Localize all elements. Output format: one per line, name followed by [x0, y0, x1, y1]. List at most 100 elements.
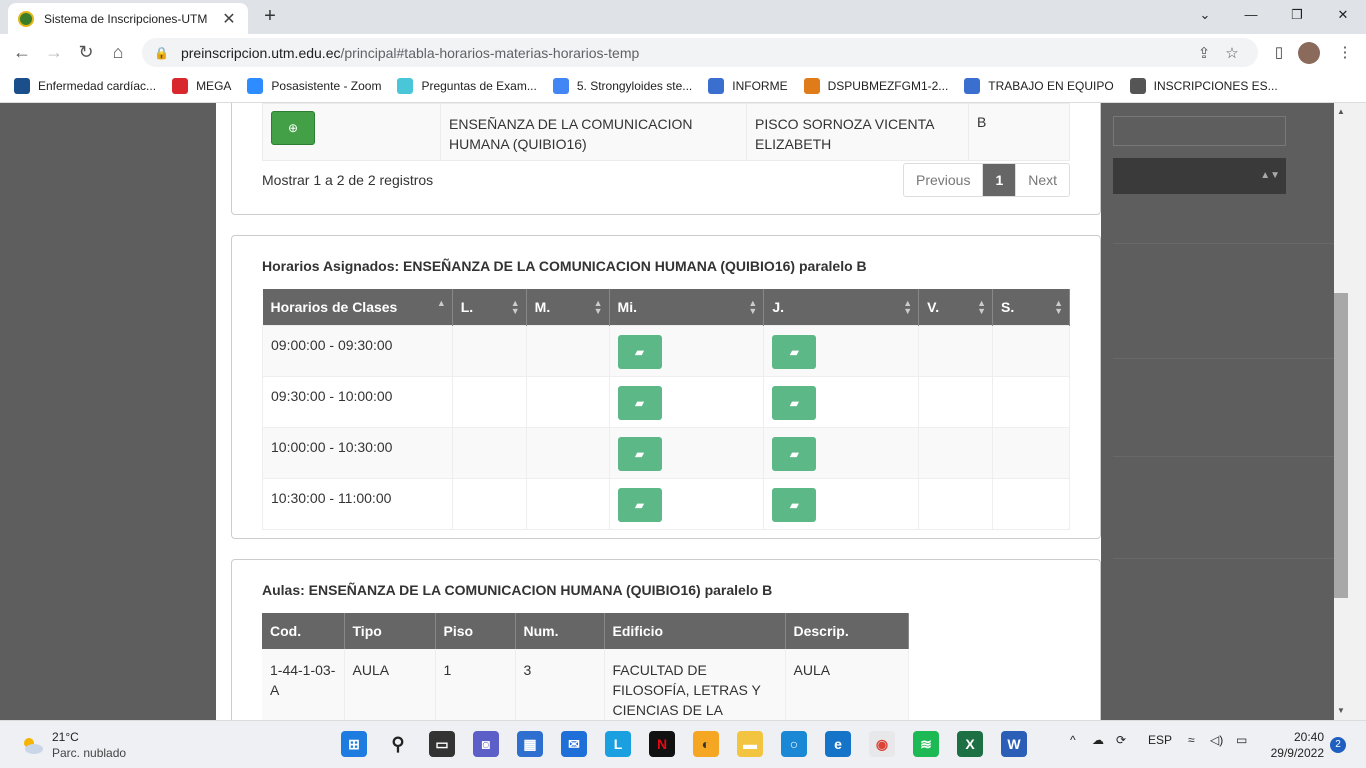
- edge-icon[interactable]: e: [825, 731, 851, 757]
- search-icon[interactable]: ⚲: [385, 731, 411, 757]
- share-icon[interactable]: ⇪: [1190, 44, 1218, 62]
- add-circle-button[interactable]: ⊕: [271, 111, 315, 145]
- battery-icon[interactable]: ▭: [1236, 733, 1247, 747]
- profile-avatar[interactable]: [1294, 38, 1324, 68]
- netflix-icon[interactable]: N: [649, 731, 675, 757]
- cloud-icon[interactable]: ☁: [1092, 733, 1104, 747]
- sort-icon[interactable]: ▲ ▼: [511, 299, 520, 316]
- tab-search-icon[interactable]: ⌄: [1182, 4, 1228, 26]
- book-icon[interactable]: ▰: [772, 334, 817, 369]
- side-panel-icon[interactable]: ▯: [1264, 38, 1294, 68]
- close-tab-icon[interactable]: ✕: [220, 9, 238, 29]
- app-l-icon[interactable]: L: [605, 731, 631, 757]
- day-cell: ▰: [608, 426, 765, 479]
- select-dropdown[interactable]: ▲▼: [1113, 158, 1286, 194]
- edificio-cell: FACULTAD DE FILOSOFÍA, LETRAS Y CIENCIAS…: [604, 649, 786, 720]
- home-icon[interactable]: ⌂: [102, 36, 134, 68]
- sort-icon[interactable]: ▲ ▼: [1054, 299, 1063, 316]
- day-cell: [525, 375, 610, 428]
- day-cell: [918, 375, 994, 428]
- column-header[interactable]: V. ▲ ▼: [918, 289, 994, 325]
- page-scrollbar[interactable]: ▲ ▼: [1334, 103, 1366, 720]
- materia-cell: ENSEÑANZA DE LA COMUNICACION HUMANA (QUI…: [440, 103, 747, 161]
- spotify-icon[interactable]: ≋: [913, 731, 939, 757]
- column-header[interactable]: Horarios de Clases ▲: [262, 289, 453, 325]
- book-icon[interactable]: ▰: [772, 436, 817, 471]
- sort-icon[interactable]: ▲ ▼: [748, 299, 757, 316]
- browser-chrome: Sistema de Inscripciones-UTM ✕ + ⌄ — ❐ ✕…: [0, 0, 1366, 103]
- bookmark-item[interactable]: 5. Strongyloides ste...: [552, 78, 692, 94]
- language-indicator[interactable]: ESP: [1148, 733, 1172, 747]
- game-icon[interactable]: ◐: [693, 731, 719, 757]
- file-explorer-icon[interactable]: ▬: [737, 731, 763, 757]
- paralelo-cell: B: [968, 103, 1070, 161]
- column-header[interactable]: L. ▲ ▼: [452, 289, 527, 325]
- wifi-icon[interactable]: ≈: [1188, 733, 1195, 747]
- book-icon[interactable]: ▰: [617, 436, 662, 471]
- page-1-button[interactable]: 1: [983, 164, 1017, 196]
- num-cell: 3: [515, 649, 605, 720]
- cortana-icon[interactable]: ○: [781, 731, 807, 757]
- forward-icon[interactable]: →: [38, 36, 70, 68]
- menu-icon[interactable]: ⋮: [1330, 38, 1360, 68]
- sort-icon[interactable]: ▲ ▼: [977, 299, 986, 316]
- book-icon[interactable]: ▰: [617, 334, 662, 369]
- scroll-down-icon[interactable]: ▼: [1334, 706, 1348, 715]
- column-header[interactable]: J. ▲ ▼: [763, 289, 920, 325]
- day-cell: [992, 426, 1070, 479]
- scroll-up-icon[interactable]: ▲: [1334, 107, 1348, 116]
- column-header[interactable]: Mi. ▲ ▼: [609, 289, 765, 325]
- horarios-panel: Horarios Asignados: ENSEÑANZA DE LA COMU…: [231, 235, 1101, 539]
- bookmark-star-icon[interactable]: ☆: [1218, 44, 1246, 62]
- clock[interactable]: 20:40 29/9/2022: [1262, 729, 1324, 761]
- weather-widget[interactable]: 21°C Parc. nublado: [20, 729, 126, 761]
- close-window-button[interactable]: ✕: [1320, 4, 1366, 26]
- pagination: Previous 1 Next: [903, 163, 1071, 197]
- word-icon[interactable]: W: [1001, 731, 1027, 757]
- time-cell: 09:00:00 - 09:30:00: [262, 324, 453, 377]
- next-button[interactable]: Next: [1016, 164, 1069, 196]
- bookmark-item[interactable]: Enfermedad cardíac...: [14, 78, 156, 94]
- bookmark-item[interactable]: Preguntas de Exam...: [397, 78, 537, 94]
- new-tab-button[interactable]: +: [258, 5, 282, 29]
- teams-chat-icon[interactable]: ◙: [473, 731, 499, 757]
- bookmark-item[interactable]: Posasistente - Zoom: [247, 78, 381, 94]
- reload-icon[interactable]: ↻: [70, 36, 102, 68]
- bookmark-item[interactable]: TRABAJO EN EQUIPO: [964, 78, 1114, 94]
- book-icon[interactable]: ▰: [772, 487, 817, 522]
- chevron-up-icon[interactable]: ^: [1070, 733, 1076, 747]
- text-input[interactable]: [1113, 116, 1286, 146]
- book-icon[interactable]: ▰: [772, 385, 817, 420]
- store-icon[interactable]: ▦: [517, 731, 543, 757]
- address-bar[interactable]: 🔒 preinscripcion.utm.edu.ec/principal#ta…: [142, 38, 1258, 67]
- column-header[interactable]: M. ▲ ▼: [526, 289, 610, 325]
- book-icon[interactable]: ▰: [617, 487, 662, 522]
- bookmark-item[interactable]: DSPUBMEZFGM1-2...: [803, 78, 949, 94]
- column-header[interactable]: S. ▲ ▼: [992, 289, 1070, 325]
- notification-badge[interactable]: 2: [1330, 737, 1346, 753]
- time-cell: 09:30:00 - 10:00:00: [262, 375, 453, 428]
- restore-button[interactable]: ❐: [1274, 4, 1320, 26]
- mail-icon[interactable]: ✉: [561, 731, 587, 757]
- minimize-button[interactable]: —: [1228, 4, 1274, 26]
- descrip-cell: AULA: [785, 649, 909, 720]
- divider: [1113, 558, 1346, 559]
- windows-start-icon[interactable]: ⊞: [341, 731, 367, 757]
- chrome-icon[interactable]: ◉: [869, 731, 895, 757]
- excel-icon[interactable]: X: [957, 731, 983, 757]
- previous-button[interactable]: Previous: [904, 164, 984, 196]
- bookmark-item[interactable]: MEGA: [172, 78, 231, 94]
- sort-icon[interactable]: ▲ ▼: [903, 299, 912, 316]
- task-view-icon[interactable]: ▭: [429, 731, 455, 757]
- sync-icon[interactable]: ⟳: [1116, 733, 1126, 747]
- bookmark-item[interactable]: INSCRIPCIONES ES...: [1129, 78, 1278, 94]
- browser-tab[interactable]: Sistema de Inscripciones-UTM ✕: [8, 3, 248, 34]
- back-icon[interactable]: ←: [6, 36, 38, 68]
- bookmark-label: DSPUBMEZFGM1-2...: [827, 79, 949, 93]
- volume-icon[interactable]: ◁): [1210, 733, 1223, 747]
- sort-icon[interactable]: ▲ ▼: [594, 299, 603, 316]
- scrollbar-thumb[interactable]: [1334, 293, 1348, 598]
- sort-icon[interactable]: ▲: [437, 299, 446, 308]
- bookmark-item[interactable]: INFORME: [708, 78, 788, 94]
- book-icon[interactable]: ▰: [617, 385, 662, 420]
